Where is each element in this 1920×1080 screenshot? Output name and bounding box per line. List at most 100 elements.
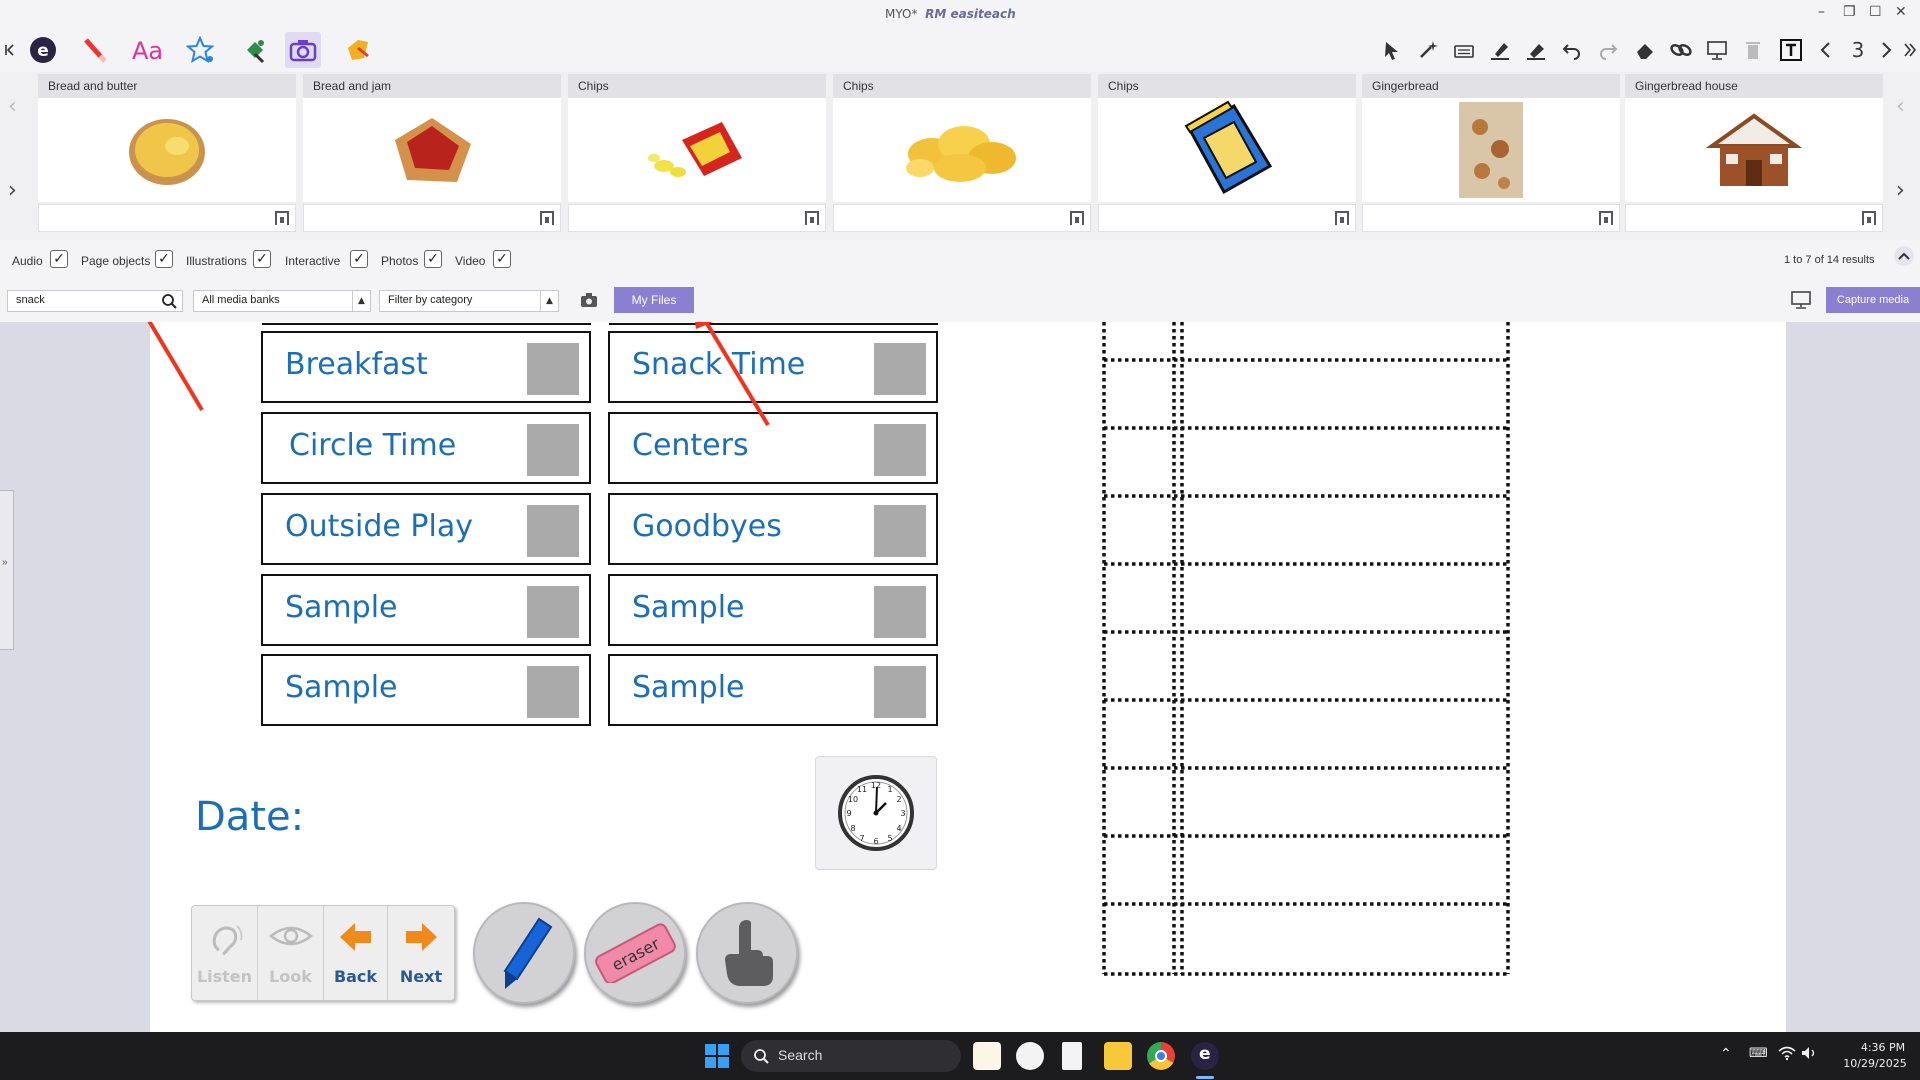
my-files-button[interactable]: My Files bbox=[614, 287, 694, 313]
camera-icon[interactable] bbox=[285, 32, 321, 68]
maximize-icon[interactable]: ☐ bbox=[1869, 4, 1882, 20]
media-bank-icon bbox=[1599, 211, 1613, 225]
page-objects-checkbox[interactable]: ✓ bbox=[155, 250, 173, 268]
media-item-footer bbox=[1362, 204, 1620, 232]
media-item-title: Chips bbox=[1098, 74, 1356, 98]
bread-and-butter-image bbox=[38, 98, 296, 202]
illustrations-checkbox[interactable]: ✓ bbox=[253, 250, 271, 268]
title-bar: MYO* RM easiteach – ❐ ☐ ✕ bbox=[0, 0, 1920, 28]
media-filters: Audio ✓ Page objects ✓ Illustrations ✓ I… bbox=[0, 240, 1920, 322]
magic-wand-icon[interactable] bbox=[1414, 36, 1442, 64]
results-count: 1 to 7 of 14 results bbox=[1784, 254, 1875, 266]
search-icon[interactable] bbox=[161, 293, 177, 312]
folder-icon[interactable] bbox=[1104, 1042, 1132, 1070]
screen-icon[interactable] bbox=[1703, 36, 1731, 64]
bread-and-jam-image bbox=[303, 98, 561, 202]
bin-icon[interactable] bbox=[1739, 36, 1767, 64]
expand-icon[interactable] bbox=[1896, 36, 1920, 64]
volume-icon[interactable] bbox=[1800, 1045, 1818, 1065]
scroll-up-icon[interactable]: ‹ bbox=[8, 94, 17, 119]
tray-icon[interactable] bbox=[1777, 36, 1805, 64]
easiteach-logo-icon[interactable]: e bbox=[25, 32, 61, 68]
media-item[interactable]: Gingerbread bbox=[1362, 74, 1620, 232]
media-item-title: Bread and jam bbox=[303, 74, 561, 98]
fill-icon[interactable] bbox=[237, 32, 273, 68]
undo-icon[interactable] bbox=[1558, 36, 1586, 64]
media-item-footer bbox=[303, 204, 561, 232]
search-input[interactable]: snack bbox=[7, 290, 183, 312]
prev-page-icon[interactable] bbox=[1812, 36, 1840, 64]
chips-packet-image bbox=[1098, 98, 1356, 202]
clock-date[interactable]: 10/29/2025 bbox=[1840, 1057, 1910, 1070]
redo-icon[interactable] bbox=[1594, 36, 1622, 64]
eraser-icon[interactable] bbox=[1631, 36, 1659, 64]
taskbar: Search e ⌃ ⌨ 4:36 PM 10/29/2025 bbox=[0, 1032, 1920, 1080]
search-input-value: snack bbox=[16, 294, 45, 306]
marker-icon[interactable] bbox=[1522, 36, 1550, 64]
scroll-right-icon[interactable]: › bbox=[1896, 178, 1905, 203]
tray-chevron-icon[interactable]: ⌃ bbox=[1720, 1046, 1732, 1062]
media-item[interactable]: Bread and jam bbox=[303, 74, 561, 232]
collapse-icon[interactable] bbox=[0, 32, 18, 68]
scroll-up-right-icon[interactable]: ‹ bbox=[1896, 94, 1905, 119]
media-bank-select[interactable]: All media banks ▲ bbox=[193, 290, 371, 312]
minimize-icon[interactable]: – bbox=[1818, 4, 1825, 20]
windows-start-icon[interactable] bbox=[703, 1042, 731, 1070]
media-item[interactable]: Chips bbox=[568, 74, 826, 232]
media-item-title: Gingerbread house bbox=[1625, 74, 1883, 98]
easiteach-taskbar-icon[interactable]: e bbox=[1191, 1042, 1219, 1070]
app-window: MYO* RM easiteach – ❐ ☐ ✕ e Aa 3 ‹ › ‹ ›… bbox=[0, 0, 1920, 1080]
chips-bag-image bbox=[568, 98, 826, 202]
media-item[interactable]: Bread and butter bbox=[38, 74, 296, 232]
clock-time[interactable]: 4:36 PM bbox=[1858, 1041, 1908, 1054]
page-number: 3 bbox=[1851, 38, 1865, 62]
monitor-icon[interactable] bbox=[1791, 291, 1811, 314]
app-icon[interactable] bbox=[973, 1042, 1001, 1070]
media-item-footer bbox=[38, 204, 296, 232]
tag-icon[interactable] bbox=[340, 32, 376, 68]
media-item-title: Bread and butter bbox=[38, 74, 296, 98]
video-checkbox[interactable]: ✓ bbox=[493, 250, 511, 268]
capture-media-button[interactable]: Capture media bbox=[1826, 287, 1920, 313]
media-item[interactable]: Chips bbox=[1098, 74, 1356, 232]
interactive-checkbox[interactable]: ✓ bbox=[350, 250, 368, 268]
app-icon[interactable] bbox=[1016, 1042, 1044, 1070]
star-icon[interactable] bbox=[183, 32, 219, 68]
chrome-icon[interactable] bbox=[1147, 1042, 1175, 1070]
taskbar-search[interactable]: Search bbox=[741, 1040, 961, 1072]
active-indicator bbox=[1196, 1076, 1214, 1079]
pointer-icon[interactable] bbox=[1378, 36, 1406, 64]
collapse-panel-icon[interactable] bbox=[1894, 246, 1914, 266]
main-toolbar: e Aa 3 bbox=[0, 28, 1920, 72]
filter-label: Audio bbox=[12, 254, 43, 268]
wifi-icon[interactable] bbox=[1778, 1045, 1796, 1065]
category-select[interactable]: Filter by category ▲ bbox=[379, 290, 559, 312]
close-icon[interactable]: ✕ bbox=[1895, 4, 1907, 20]
keyboard-icon[interactable] bbox=[1450, 36, 1478, 64]
gingerbread-image bbox=[1362, 98, 1620, 202]
link-icon[interactable] bbox=[1667, 36, 1695, 64]
pen-icon[interactable] bbox=[76, 32, 112, 68]
media-item[interactable]: Gingerbread house bbox=[1625, 74, 1883, 232]
taskbar-search-label: Search bbox=[778, 1047, 823, 1063]
highlighter-icon[interactable] bbox=[1486, 36, 1514, 64]
restore-icon[interactable]: ❐ bbox=[1843, 4, 1856, 20]
filter-label: Interactive bbox=[285, 254, 341, 268]
media-item-footer bbox=[568, 204, 826, 232]
keyboard-tray-icon[interactable]: ⌨ bbox=[1749, 1046, 1768, 1061]
text-icon[interactable]: Aa bbox=[130, 32, 166, 68]
media-bank-icon bbox=[540, 211, 554, 225]
app-name: RM easiteach bbox=[925, 7, 1016, 21]
file-icon[interactable] bbox=[1062, 1042, 1082, 1070]
chips-pile-image bbox=[833, 98, 1091, 202]
media-item-footer bbox=[1098, 204, 1356, 232]
window-title: MYO* RM easiteach bbox=[885, 7, 1016, 21]
search-icon bbox=[753, 1048, 769, 1067]
annotation-overlay bbox=[147, 322, 770, 427]
camera-small-icon[interactable] bbox=[580, 292, 598, 313]
media-bank-icon bbox=[1335, 211, 1349, 225]
media-item[interactable]: Chips bbox=[833, 74, 1091, 232]
photos-checkbox[interactable]: ✓ bbox=[424, 250, 442, 268]
audio-checkbox[interactable]: ✓ bbox=[50, 250, 68, 268]
scroll-left-icon[interactable]: › bbox=[8, 178, 17, 203]
